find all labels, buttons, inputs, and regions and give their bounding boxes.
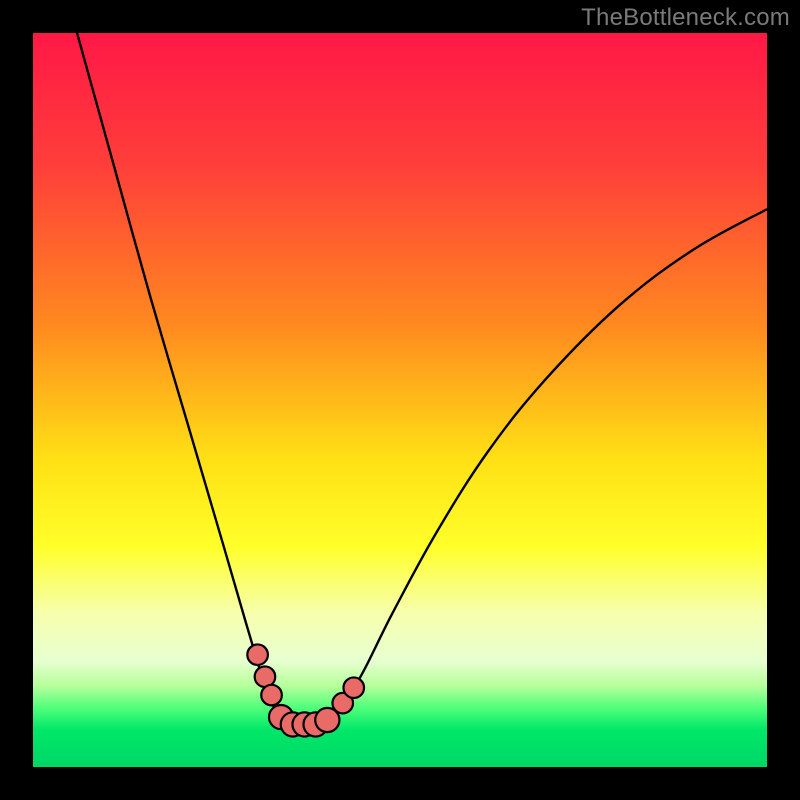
chart-background xyxy=(33,33,767,767)
bottleneck-chart xyxy=(33,33,767,767)
curve-marker xyxy=(247,644,268,665)
curve-marker xyxy=(261,685,282,706)
plot-area xyxy=(33,33,767,767)
curve-marker xyxy=(343,677,364,698)
watermark-text: TheBottleneck.com xyxy=(581,4,790,32)
figure-root: TheBottleneck.com xyxy=(0,0,800,800)
